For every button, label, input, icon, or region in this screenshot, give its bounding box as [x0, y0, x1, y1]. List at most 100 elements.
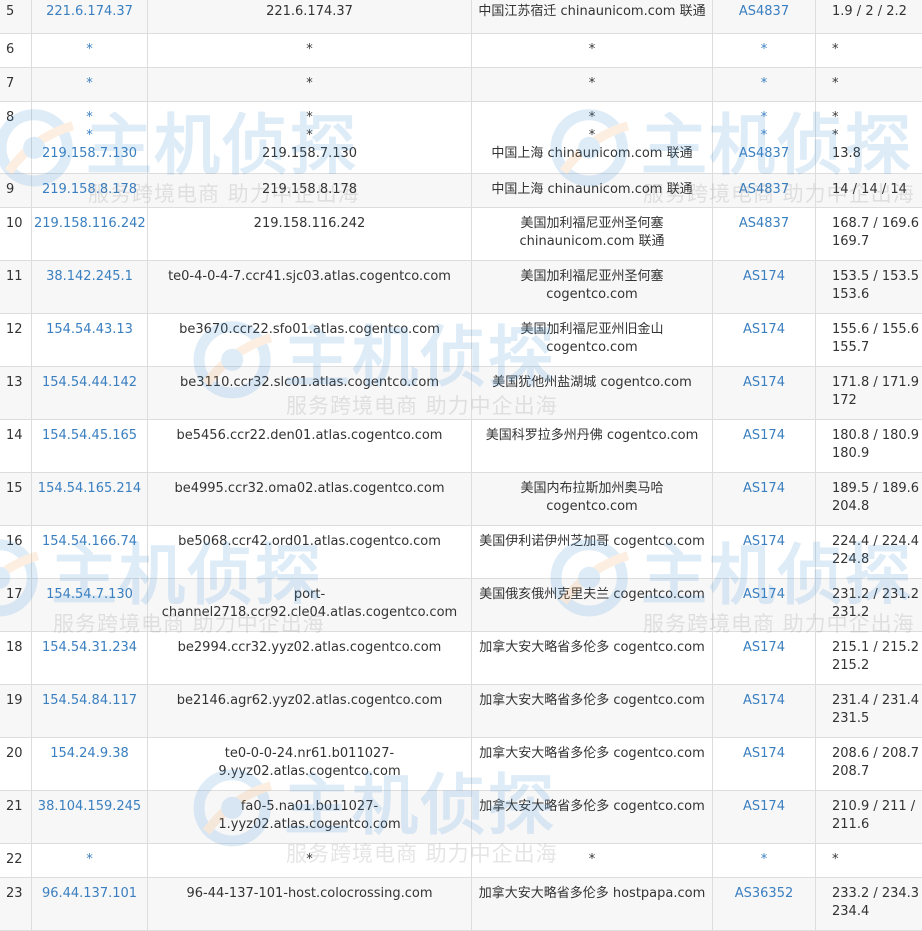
hostname-cell-text: be5068.ccr42.ord01.atlas.cogentco.com — [178, 534, 441, 549]
latency-cell: 168.7 / 169.6 / 169.7 — [816, 208, 922, 260]
hop-number-text: 15 — [6, 481, 23, 496]
table-row: 9 219.158.8.178 219.158.8.178 中国上海 chinauni… — [0, 174, 922, 208]
geo-cell-text: 加拿大安大略省多伦多 cogentco.com — [479, 640, 705, 655]
ip-link-text[interactable]: 154.24.9.38 — [34, 745, 145, 763]
asn-link-text[interactable]: AS4837 — [715, 215, 813, 233]
latency-cell-text: 208.6 / 208.7 / — [832, 746, 922, 761]
asn-link-text[interactable]: AS4837 — [715, 145, 813, 163]
ip-link: * * 219.158.7.130 — [32, 102, 148, 173]
ip-link-text[interactable]: 154.54.45.165 — [34, 427, 145, 445]
ip-link-text[interactable]: 154.54.44.142 — [34, 374, 145, 392]
hostname-cell: be5456.ccr22.den01.atlas.cogentco.com — [148, 420, 472, 472]
hop-number: 12 — [0, 314, 32, 366]
geo-cell-text: 加拿大安大略省多伦多 cogentco.com — [479, 693, 705, 708]
hostname-cell: * — [148, 68, 472, 101]
hostname-cell: 219.158.8.178 — [148, 174, 472, 207]
asn-link-text[interactable]: AS4837 — [715, 181, 813, 199]
asn-link-text[interactable]: AS174 — [715, 798, 813, 816]
geo-cell-text: 美国加利福尼亚州圣何塞 — [520, 269, 664, 284]
asn-link-text[interactable]: AS174 — [715, 374, 813, 392]
asn-link: * — [713, 68, 816, 101]
ip-link-text[interactable]: 221.6.174.37 — [34, 3, 145, 21]
ip-link: 154.54.31.234 — [32, 632, 148, 684]
ip-link-text[interactable]: 154.54.7.130 — [34, 586, 145, 604]
asn-link-text[interactable]: AS174 — [715, 268, 813, 286]
asn-link: AS4837 — [713, 174, 816, 207]
latency-cell-text: 153.6 — [832, 287, 870, 302]
hop-number: 5 — [0, 0, 32, 33]
asn-link-text[interactable]: AS174 — [715, 745, 813, 763]
latency-cell: 171.8 / 171.9 / 172 — [816, 367, 922, 419]
hostname-cell: 219.158.116.242 — [148, 208, 472, 260]
geo-cell: 加拿大安大略省多伦多 hostpapa.com — [472, 878, 713, 930]
asn-link: AS174 — [713, 314, 816, 366]
ip-link-text[interactable]: 96.44.137.101 — [34, 885, 145, 903]
hostname-cell: be2994.ccr32.yyz02.atlas.cogentco.com — [148, 632, 472, 684]
table-row: 23 96.44.137.101 96-44-137-101-host.colocr… — [0, 878, 922, 931]
asn-link-text[interactable]: AS174 — [715, 480, 813, 498]
hop-number-text: 23 — [6, 886, 23, 901]
asn-link-text[interactable]: AS174 — [715, 692, 813, 710]
asn-link-text[interactable]: AS174 — [715, 533, 813, 551]
asn-link-text[interactable]: AS174 — [715, 321, 813, 339]
latency-cell-text: 231.4 / 231.4 / — [832, 693, 922, 708]
asn-link: AS174 — [713, 473, 816, 525]
ip-link: 154.54.165.214 — [32, 473, 148, 525]
hostname-cell: be4995.ccr32.oma02.atlas.cogentco.com — [148, 473, 472, 525]
hop-number: 20 — [0, 738, 32, 790]
hostname-cell-text: * — [306, 852, 313, 867]
ip-link-text[interactable]: 38.142.245.1 — [34, 268, 145, 286]
table-row: 18 154.54.31.234 be2994.ccr32.yyz02.atlas.… — [0, 632, 922, 685]
latency-cell-text: 180.9 — [832, 446, 870, 461]
latency-cell-text: 180.8 / 180.9 / — [832, 428, 922, 443]
asn-link-text: * — [760, 110, 768, 125]
geo-cell-text: 美国内布拉斯加州奥马哈 — [520, 481, 664, 496]
hostname-cell-text: fa0-5.na01.b011027-1.yyz02.atlas.cogentc… — [218, 799, 401, 832]
ip-link: 154.54.45.165 — [32, 420, 148, 472]
geo-cell-text: * — [588, 42, 596, 57]
hop-number-text: 6 — [6, 42, 15, 57]
hostname-cell-text: 221.6.174.37 — [266, 4, 353, 19]
ip-link-text[interactable]: 38.104.159.245 — [34, 798, 145, 816]
ip-link: 96.44.137.101 — [32, 878, 148, 930]
asn-link-text[interactable]: AS174 — [715, 639, 813, 657]
latency-cell-text: 168.7 / 169.6 / — [832, 216, 922, 231]
latency-cell: * — [816, 68, 922, 101]
geo-cell: 美国科罗拉多州丹佛 cogentco.com — [472, 420, 713, 472]
ip-link-text[interactable]: 219.158.8.178 — [34, 181, 145, 199]
ip-link: * — [32, 68, 148, 101]
geo-cell-text: cogentco.com — [546, 287, 638, 302]
ip-link-text[interactable]: 154.54.165.214 — [34, 480, 145, 498]
hop-number: 10 — [0, 208, 32, 260]
ip-link-text[interactable]: 219.158.116.242 — [34, 215, 146, 233]
latency-cell: * * 13.8 — [816, 102, 922, 173]
asn-link-text[interactable]: AS174 — [715, 427, 813, 445]
geo-cell-text: 美国俄亥俄州克里夫兰 cogentco.com — [479, 587, 705, 602]
geo-cell: 美国伊利诺伊州芝加哥 cogentco.com — [472, 526, 713, 578]
ip-link: 154.54.44.142 — [32, 367, 148, 419]
geo-cell: * — [472, 68, 713, 101]
asn-link-text[interactable]: AS174 — [715, 586, 813, 604]
latency-cell-text: * — [832, 110, 839, 125]
asn-link-text[interactable]: AS36352 — [715, 885, 813, 903]
ip-link-text[interactable]: 219.158.7.130 — [34, 145, 145, 163]
asn-link: AS174 — [713, 261, 816, 313]
hop-number: 23 — [0, 878, 32, 930]
asn-link-text[interactable]: AS4837 — [715, 3, 813, 21]
hop-number: 15 — [0, 473, 32, 525]
ip-link-text[interactable]: 154.54.31.234 — [34, 639, 145, 657]
ip-link: 221.6.174.37 — [32, 0, 148, 33]
hostname-cell-text: 96-44-137-101-host.colocrossing.com — [186, 886, 433, 901]
latency-cell-text: 224.4 / 224.4 / — [832, 534, 922, 549]
ip-link-text[interactable]: 154.54.84.117 — [34, 692, 145, 710]
geo-cell: 美国加利福尼亚州圣何塞 cogentco.com — [472, 261, 713, 313]
latency-cell-text: 171.8 / 171.9 / — [832, 375, 922, 390]
hop-number-text: 11 — [6, 269, 23, 284]
ip-link-text[interactable]: 154.54.166.74 — [34, 533, 145, 551]
ip-link: 219.158.8.178 — [32, 174, 148, 207]
geo-cell-text: 美国加利福尼亚州旧金山 — [520, 322, 664, 337]
latency-cell-text: 208.7 — [832, 764, 870, 779]
ip-link-text[interactable]: 154.54.43.13 — [34, 321, 145, 339]
hostname-cell-text: be3110.ccr32.slc01.atlas.cogentco.com — [180, 375, 439, 390]
geo-cell-text: 美国加利福尼亚州圣何塞 — [520, 216, 664, 231]
